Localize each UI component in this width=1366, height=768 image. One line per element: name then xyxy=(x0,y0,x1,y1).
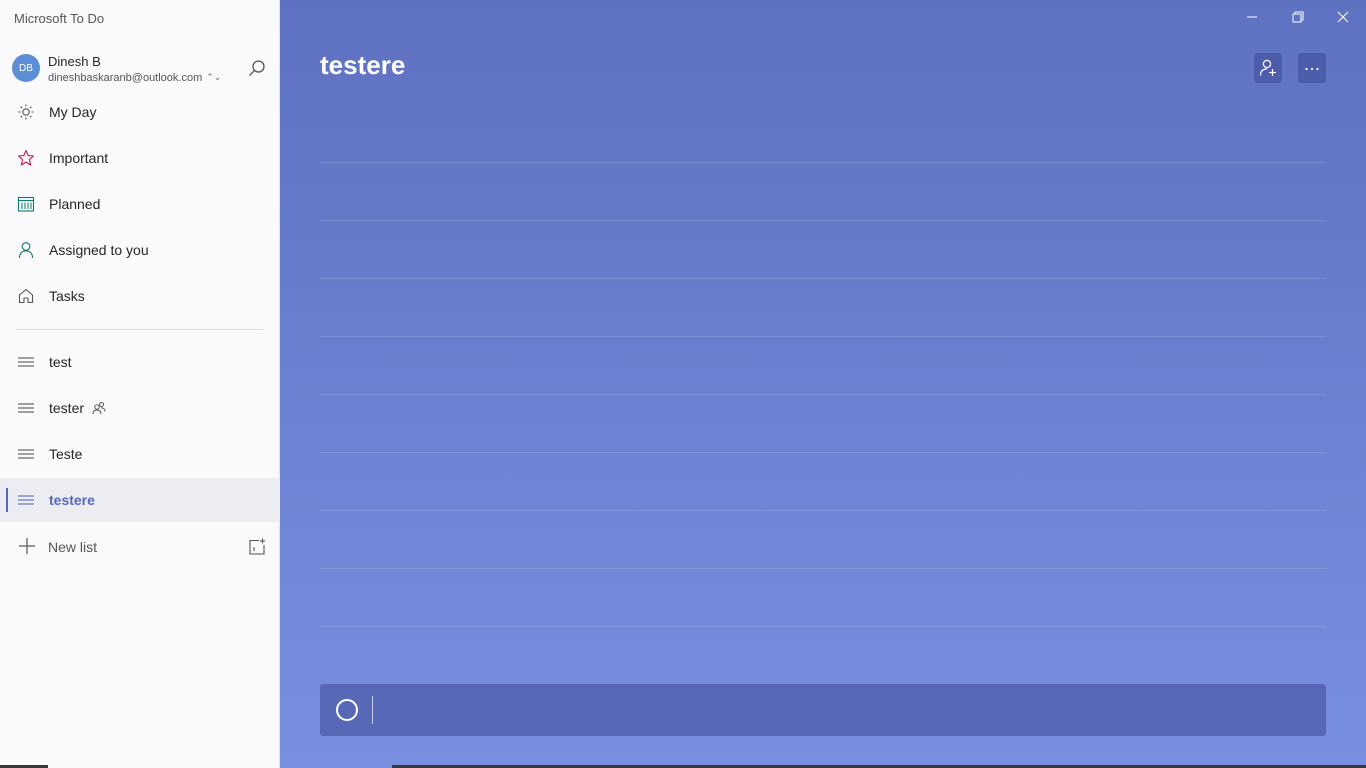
list-title[interactable]: testere xyxy=(320,50,405,81)
empty-row-line xyxy=(320,220,1326,221)
list-icon xyxy=(18,403,34,413)
sidebar-item-label: Assigned to you xyxy=(49,242,149,258)
sidebar-item-tasks[interactable]: Tasks xyxy=(0,274,280,318)
new-list-button[interactable]: New list xyxy=(0,526,280,566)
account-email: dineshbaskaranb@outlook.com xyxy=(48,72,203,84)
restore-button[interactable] xyxy=(1278,6,1318,28)
empty-row-line xyxy=(320,278,1326,279)
avatar[interactable]: DB xyxy=(12,54,40,82)
more-options-button[interactable] xyxy=(1298,53,1326,83)
sidebar-item-label: My Day xyxy=(49,104,97,120)
empty-row-line xyxy=(320,162,1326,163)
empty-row-line xyxy=(320,394,1326,395)
app-window: Microsoft To Do DB Dinesh B dineshbaskar… xyxy=(0,0,1366,768)
sidebar-item-important[interactable]: Important xyxy=(0,136,280,180)
sidebar-item-label: Teste xyxy=(49,446,83,462)
sidebar-item-tester[interactable]: tester xyxy=(0,386,280,430)
search-icon xyxy=(249,60,265,76)
account-name: Dinesh B xyxy=(48,54,101,69)
person-icon xyxy=(18,242,34,259)
star-icon xyxy=(17,149,35,166)
close-icon xyxy=(1337,11,1349,23)
minimize-button[interactable] xyxy=(1232,6,1272,28)
account-switcher[interactable]: DB Dinesh B dineshbaskaranb@outlook.com ⌃… xyxy=(0,44,280,90)
shared-people-icon xyxy=(92,402,106,415)
empty-row-line xyxy=(320,510,1326,511)
list-icon xyxy=(18,495,34,505)
new-list-label: New list xyxy=(48,539,98,555)
minimize-icon xyxy=(1247,16,1257,18)
sidebar-item-testere[interactable]: testere xyxy=(0,478,280,522)
empty-row-line xyxy=(320,626,1326,627)
more-icon xyxy=(1305,67,1319,71)
share-list-button[interactable] xyxy=(1254,53,1282,83)
sidebar-item-label: Important xyxy=(49,150,109,166)
restore-icon xyxy=(1292,11,1304,23)
plus-icon xyxy=(19,538,35,554)
sidebar-item-assigned[interactable]: Assigned to you xyxy=(0,228,280,272)
sidebar-item-label: Planned xyxy=(49,196,101,212)
close-button[interactable] xyxy=(1323,6,1363,28)
account-email-row: dineshbaskaranb@outlook.com ⌃⌄ xyxy=(48,72,221,84)
add-task-input[interactable] xyxy=(372,696,1292,724)
app-title: Microsoft To Do xyxy=(14,11,105,26)
sidebar: Microsoft To Do DB Dinesh B dineshbaskar… xyxy=(0,0,280,768)
sidebar-item-test[interactable]: test xyxy=(0,340,280,384)
selection-indicator xyxy=(6,488,8,512)
sidebar-item-label: testere xyxy=(49,492,95,508)
sidebar-item-label: Tasks xyxy=(49,288,85,304)
new-group-icon[interactable] xyxy=(248,538,266,556)
empty-row-line xyxy=(320,568,1326,569)
sidebar-item-teste[interactable]: Teste xyxy=(0,432,280,476)
add-person-icon xyxy=(1259,59,1276,76)
task-list-pane: testere xyxy=(280,0,1366,768)
sidebar-item-my-day[interactable]: My Day xyxy=(0,90,280,134)
search-button[interactable] xyxy=(246,58,268,80)
empty-row-line xyxy=(320,452,1326,453)
empty-row-line xyxy=(320,336,1326,337)
add-task-bar[interactable] xyxy=(320,684,1326,736)
list-icon xyxy=(18,449,34,459)
chevron-updown-icon[interactable]: ⌃⌄ xyxy=(206,72,221,83)
sun-icon xyxy=(18,104,34,120)
sidebar-item-label: tester xyxy=(49,400,85,416)
calendar-icon xyxy=(17,196,35,212)
add-task-circle-icon xyxy=(336,699,358,721)
home-icon xyxy=(18,288,34,304)
sidebar-item-label: test xyxy=(49,354,72,370)
sidebar-item-planned[interactable]: Planned xyxy=(0,182,280,226)
list-icon xyxy=(18,357,34,367)
sidebar-divider xyxy=(16,329,263,330)
